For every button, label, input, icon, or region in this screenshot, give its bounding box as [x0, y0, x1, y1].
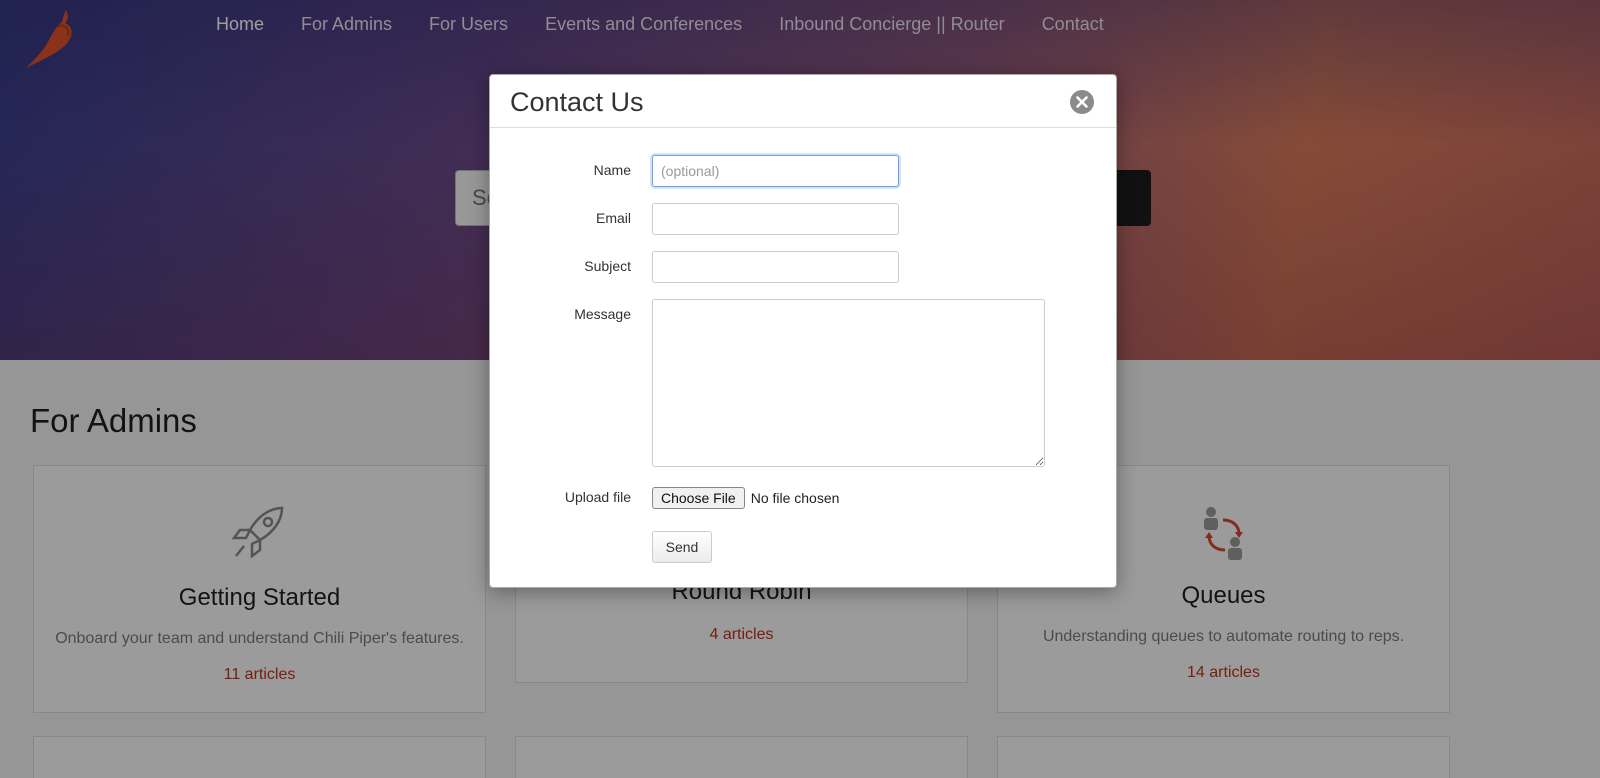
upload-label: Upload file — [564, 489, 631, 505]
send-button[interactable]: Send — [652, 531, 712, 563]
subject-field[interactable] — [652, 251, 899, 283]
close-icon — [1076, 96, 1088, 108]
contact-modal: Contact Us Name Email Subject Message Up… — [489, 74, 1117, 588]
name-field[interactable] — [652, 155, 899, 187]
modal-title: Contact Us — [510, 87, 644, 117]
close-button[interactable] — [1070, 90, 1094, 114]
message-field[interactable] — [652, 299, 1045, 467]
choose-file-button[interactable]: Choose File — [652, 487, 745, 509]
file-input: Choose File No file chosen — [652, 487, 839, 509]
name-label: Name — [593, 162, 631, 178]
subject-label: Subject — [584, 258, 631, 274]
modal-header: Contact Us — [490, 75, 1116, 128]
message-label: Message — [574, 306, 631, 322]
email-label: Email — [595, 210, 631, 226]
email-field[interactable] — [652, 203, 899, 235]
no-file-text: No file chosen — [750, 490, 840, 506]
